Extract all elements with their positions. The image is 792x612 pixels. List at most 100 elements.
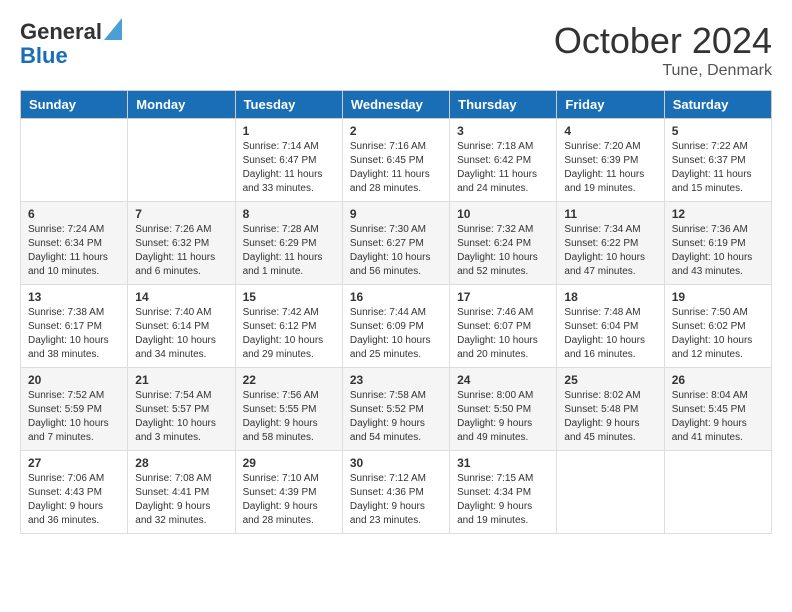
calendar-cell: 22 Sunrise: 7:56 AM Sunset: 5:55 PM Dayli… — [235, 368, 342, 451]
day-number: 23 — [350, 373, 442, 387]
calendar-cell: 9 Sunrise: 7:30 AM Sunset: 6:27 PM Daylig… — [342, 202, 449, 285]
day-detail: Sunrise: 7:08 AM Sunset: 4:41 PM Dayligh… — [135, 472, 227, 528]
day-number: 13 — [28, 290, 120, 304]
calendar-cell: 13 Sunrise: 7:38 AM Sunset: 6:17 PM Dayli… — [21, 285, 128, 368]
day-detail: Sunrise: 7:06 AM Sunset: 4:43 PM Dayligh… — [28, 472, 120, 528]
day-detail: Sunrise: 7:14 AM Sunset: 6:47 PM Dayligh… — [243, 140, 335, 196]
logo: General Blue — [20, 20, 122, 68]
day-detail: Sunrise: 7:15 AM Sunset: 4:34 PM Dayligh… — [457, 472, 549, 528]
calendar-cell: 19 Sunrise: 7:50 AM Sunset: 6:02 PM Dayli… — [664, 285, 771, 368]
day-number: 27 — [28, 456, 120, 470]
day-detail: Sunrise: 7:42 AM Sunset: 6:12 PM Dayligh… — [243, 306, 335, 362]
day-number: 17 — [457, 290, 549, 304]
title-block: October 2024 Tune, Denmark — [554, 20, 772, 80]
logo-general: General — [20, 20, 102, 44]
day-number: 6 — [28, 207, 120, 221]
calendar-cell: 31Sunrise: 7:15 AM Sunset: 4:34 PM Dayli… — [450, 451, 557, 534]
day-detail: Sunrise: 7:58 AM Sunset: 5:52 PM Dayligh… — [350, 389, 442, 445]
day-detail: Sunrise: 7:28 AM Sunset: 6:29 PM Dayligh… — [243, 223, 335, 279]
day-detail: Sunrise: 7:34 AM Sunset: 6:22 PM Dayligh… — [564, 223, 656, 279]
day-detail: Sunrise: 7:12 AM Sunset: 4:36 PM Dayligh… — [350, 472, 442, 528]
calendar-cell: 3 Sunrise: 7:18 AM Sunset: 6:42 PM Daylig… — [450, 119, 557, 202]
day-number: 21 — [135, 373, 227, 387]
calendar-week-row: 13 Sunrise: 7:38 AM Sunset: 6:17 PM Dayli… — [21, 285, 772, 368]
month-title: October 2024 — [554, 20, 772, 62]
day-detail: Sunrise: 7:50 AM Sunset: 6:02 PM Dayligh… — [672, 306, 764, 362]
calendar-cell — [21, 119, 128, 202]
day-number: 5 — [672, 124, 764, 138]
day-detail: Sunrise: 7:18 AM Sunset: 6:42 PM Dayligh… — [457, 140, 549, 196]
day-number: 3 — [457, 124, 549, 138]
calendar-cell — [664, 451, 771, 534]
day-detail: Sunrise: 7:32 AM Sunset: 6:24 PM Dayligh… — [457, 223, 549, 279]
calendar-cell: 5 Sunrise: 7:22 AM Sunset: 6:37 PM Daylig… — [664, 119, 771, 202]
calendar-cell: 4 Sunrise: 7:20 AM Sunset: 6:39 PM Daylig… — [557, 119, 664, 202]
day-detail: Sunrise: 7:52 AM Sunset: 5:59 PM Dayligh… — [28, 389, 120, 445]
day-detail: Sunrise: 8:00 AM Sunset: 5:50 PM Dayligh… — [457, 389, 549, 445]
calendar-header-thursday: Thursday — [450, 91, 557, 119]
calendar-header-row: SundayMondayTuesdayWednesdayThursdayFrid… — [21, 91, 772, 119]
calendar-cell: 17 Sunrise: 7:46 AM Sunset: 6:07 PM Dayli… — [450, 285, 557, 368]
day-number: 28 — [135, 456, 227, 470]
calendar-cell: 15 Sunrise: 7:42 AM Sunset: 6:12 PM Dayli… — [235, 285, 342, 368]
calendar-cell: 16Sunrise: 7:44 AM Sunset: 6:09 PM Dayli… — [342, 285, 449, 368]
calendar-header-monday: Monday — [128, 91, 235, 119]
day-number: 20 — [28, 373, 120, 387]
day-detail: Sunrise: 7:26 AM Sunset: 6:32 PM Dayligh… — [135, 223, 227, 279]
calendar-cell: 18 Sunrise: 7:48 AM Sunset: 6:04 PM Dayli… — [557, 285, 664, 368]
calendar-cell: 11 Sunrise: 7:34 AM Sunset: 6:22 PM Dayli… — [557, 202, 664, 285]
calendar-cell: 21 Sunrise: 7:54 AM Sunset: 5:57 PM Dayli… — [128, 368, 235, 451]
day-number: 26 — [672, 373, 764, 387]
day-number: 10 — [457, 207, 549, 221]
logo-blue: Blue — [20, 43, 68, 68]
day-number: 2 — [350, 124, 442, 138]
day-detail: Sunrise: 7:22 AM Sunset: 6:37 PM Dayligh… — [672, 140, 764, 196]
day-number: 30 — [350, 456, 442, 470]
day-detail: Sunrise: 7:46 AM Sunset: 6:07 PM Dayligh… — [457, 306, 549, 362]
calendar-cell: 6Sunrise: 7:24 AM Sunset: 6:34 PM Daylig… — [21, 202, 128, 285]
calendar-cell: 8 Sunrise: 7:28 AM Sunset: 6:29 PM Daylig… — [235, 202, 342, 285]
day-detail: Sunrise: 7:20 AM Sunset: 6:39 PM Dayligh… — [564, 140, 656, 196]
page-header: General Blue October 2024 Tune, Denmark — [20, 20, 772, 80]
calendar-cell: 30 Sunrise: 7:12 AM Sunset: 4:36 PM Dayli… — [342, 451, 449, 534]
location-subtitle: Tune, Denmark — [554, 62, 772, 80]
day-number: 22 — [243, 373, 335, 387]
day-detail: Sunrise: 7:36 AM Sunset: 6:19 PM Dayligh… — [672, 223, 764, 279]
day-detail: Sunrise: 7:54 AM Sunset: 5:57 PM Dayligh… — [135, 389, 227, 445]
day-number: 14 — [135, 290, 227, 304]
calendar-week-row: 27 Sunrise: 7:06 AM Sunset: 4:43 PM Dayli… — [21, 451, 772, 534]
day-number: 15 — [243, 290, 335, 304]
calendar-header-sunday: Sunday — [21, 91, 128, 119]
day-detail: Sunrise: 7:16 AM Sunset: 6:45 PM Dayligh… — [350, 140, 442, 196]
day-detail: Sunrise: 7:56 AM Sunset: 5:55 PM Dayligh… — [243, 389, 335, 445]
calendar-cell: 25Sunrise: 8:02 AM Sunset: 5:48 PM Dayli… — [557, 368, 664, 451]
day-detail: Sunrise: 7:40 AM Sunset: 6:14 PM Dayligh… — [135, 306, 227, 362]
calendar-header-tuesday: Tuesday — [235, 91, 342, 119]
day-number: 11 — [564, 207, 656, 221]
calendar-week-row: 20 Sunrise: 7:52 AM Sunset: 5:59 PM Dayli… — [21, 368, 772, 451]
day-number: 7 — [135, 207, 227, 221]
day-number: 18 — [564, 290, 656, 304]
calendar-header-friday: Friday — [557, 91, 664, 119]
day-number: 4 — [564, 124, 656, 138]
calendar-cell: 12Sunrise: 7:36 AM Sunset: 6:19 PM Dayli… — [664, 202, 771, 285]
day-detail: Sunrise: 7:38 AM Sunset: 6:17 PM Dayligh… — [28, 306, 120, 362]
day-detail: Sunrise: 7:30 AM Sunset: 6:27 PM Dayligh… — [350, 223, 442, 279]
day-number: 19 — [672, 290, 764, 304]
calendar-table: SundayMondayTuesdayWednesdayThursdayFrid… — [20, 90, 772, 534]
day-number: 9 — [350, 207, 442, 221]
day-number: 8 — [243, 207, 335, 221]
calendar-header-saturday: Saturday — [664, 91, 771, 119]
calendar-cell: 23 Sunrise: 7:58 AM Sunset: 5:52 PM Dayli… — [342, 368, 449, 451]
calendar-cell: 20 Sunrise: 7:52 AM Sunset: 5:59 PM Dayli… — [21, 368, 128, 451]
calendar-week-row: 6Sunrise: 7:24 AM Sunset: 6:34 PM Daylig… — [21, 202, 772, 285]
calendar-cell: 1Sunrise: 7:14 AM Sunset: 6:47 PM Daylig… — [235, 119, 342, 202]
calendar-cell — [128, 119, 235, 202]
calendar-cell: 29Sunrise: 7:10 AM Sunset: 4:39 PM Dayli… — [235, 451, 342, 534]
calendar-cell: 24Sunrise: 8:00 AM Sunset: 5:50 PM Dayli… — [450, 368, 557, 451]
calendar-cell: 2 Sunrise: 7:16 AM Sunset: 6:45 PM Daylig… — [342, 119, 449, 202]
day-number: 29 — [243, 456, 335, 470]
calendar-cell — [557, 451, 664, 534]
day-detail: Sunrise: 7:48 AM Sunset: 6:04 PM Dayligh… — [564, 306, 656, 362]
day-detail: Sunrise: 8:04 AM Sunset: 5:45 PM Dayligh… — [672, 389, 764, 445]
